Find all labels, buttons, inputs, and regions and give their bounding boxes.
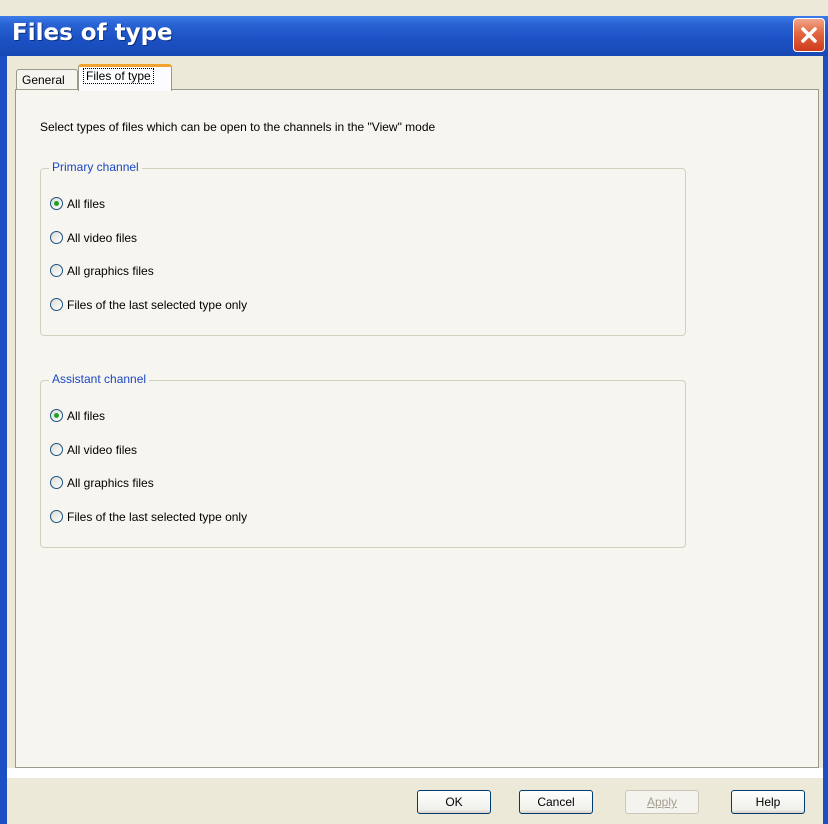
tab-general[interactable]: General bbox=[16, 69, 78, 89]
help-button[interactable]: Help bbox=[731, 790, 805, 814]
ok-button[interactable]: OK bbox=[417, 790, 491, 814]
radio-unselected-icon bbox=[50, 264, 63, 277]
dialog-window: Files of type General Files of type Sele… bbox=[0, 0, 828, 824]
window-frame-left bbox=[0, 56, 7, 824]
radio-label: All files bbox=[67, 409, 106, 423]
tab-panel: Select types of files which can be open … bbox=[15, 89, 819, 768]
radio-unselected-icon bbox=[50, 231, 63, 244]
cancel-button[interactable]: Cancel bbox=[519, 790, 593, 814]
assistant-channel-title: Assistant channel bbox=[49, 372, 150, 386]
close-button[interactable] bbox=[793, 18, 825, 52]
radio-label: All video files bbox=[67, 231, 138, 245]
radio-unselected-icon bbox=[50, 510, 63, 523]
radio-label: All files bbox=[67, 197, 106, 211]
window-frame-right bbox=[823, 56, 828, 824]
apply-button[interactable]: Apply bbox=[625, 790, 699, 814]
radio-unselected-icon bbox=[50, 443, 63, 456]
primary-channel-group: Primary channel All files All video file… bbox=[40, 160, 686, 336]
radio-label: All video files bbox=[67, 443, 138, 457]
radio-label: Files of the last selected type only bbox=[67, 298, 248, 312]
radio-label: Files of the last selected type only bbox=[67, 510, 248, 524]
window-title: Files of type bbox=[12, 20, 173, 46]
tab-files-of-type[interactable]: Files of type bbox=[78, 64, 172, 91]
tab-files-of-type-label: Files of type bbox=[83, 68, 154, 84]
panel-bottom-strip bbox=[7, 768, 823, 778]
radio-unselected-icon bbox=[50, 298, 63, 311]
instruction-text: Select types of files which can be open … bbox=[40, 120, 436, 134]
radio-selected-icon bbox=[50, 409, 63, 422]
radio-label: All graphics files bbox=[67, 476, 154, 490]
close-icon bbox=[801, 27, 817, 43]
tab-general-label: General bbox=[22, 73, 65, 87]
assistant-channel-group: Assistant channel All files All video fi… bbox=[40, 372, 686, 548]
radio-label: All graphics files bbox=[67, 264, 154, 278]
primary-channel-title: Primary channel bbox=[49, 160, 142, 174]
radio-selected-icon bbox=[50, 197, 63, 210]
radio-unselected-icon bbox=[50, 476, 63, 489]
title-bar[interactable]: Files of type bbox=[0, 16, 828, 56]
